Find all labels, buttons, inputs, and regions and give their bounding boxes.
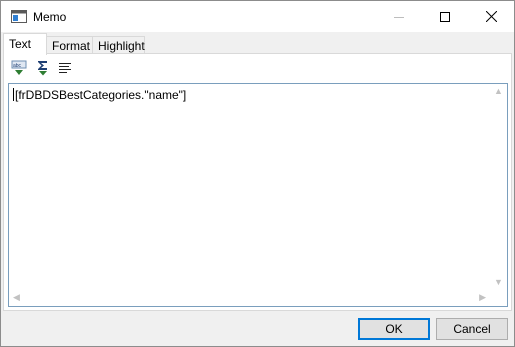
word-wrap-button[interactable] bbox=[56, 59, 74, 77]
vertical-scrollbar[interactable]: ▲ ▼ bbox=[490, 84, 507, 290]
editor-toolbar: abc bbox=[4, 56, 204, 80]
word-wrap-icon bbox=[59, 63, 71, 73]
scroll-left-icon[interactable]: ◀ bbox=[13, 293, 20, 302]
close-icon bbox=[485, 11, 497, 22]
maximize-button[interactable] bbox=[422, 1, 468, 32]
sum-icon bbox=[38, 61, 47, 76]
tab-format[interactable]: Format bbox=[46, 36, 93, 54]
scroll-down-icon[interactable]: ▼ bbox=[494, 278, 503, 287]
minimize-icon bbox=[394, 16, 404, 18]
ok-button[interactable]: OK bbox=[358, 318, 430, 340]
close-button[interactable] bbox=[468, 1, 514, 32]
memo-content: [frDBDSBestCategories."name"] bbox=[15, 88, 187, 102]
maximize-icon bbox=[440, 11, 450, 22]
spell-check-icon: abc bbox=[11, 60, 27, 75]
title-bar[interactable]: Memo bbox=[1, 1, 514, 32]
minimize-button[interactable] bbox=[376, 1, 422, 32]
text-caret bbox=[13, 88, 14, 101]
spell-check-button[interactable]: abc bbox=[10, 59, 28, 77]
memo-dialog: Memo Text Format Highlight abc [frDBDSBe… bbox=[0, 0, 515, 347]
tab-strip: Text Format Highlight bbox=[1, 32, 514, 55]
aggregate-function-button[interactable] bbox=[34, 59, 52, 77]
scroll-right-icon[interactable]: ▶ bbox=[479, 293, 486, 302]
horizontal-scrollbar[interactable]: ◀ ▶ bbox=[9, 289, 490, 306]
memo-editor[interactable]: [frDBDSBestCategories."name"] ▲ ▼ ◀ ▶ bbox=[8, 83, 508, 307]
text-tab-panel: abc [frDBDSBestCategories."name"] ▲ ▼ ◀ … bbox=[3, 53, 512, 311]
svg-text:abc: abc bbox=[13, 63, 22, 69]
cancel-button[interactable]: Cancel bbox=[436, 318, 508, 340]
scrollbar-corner bbox=[490, 289, 507, 306]
window-icon bbox=[11, 10, 27, 23]
scroll-up-icon[interactable]: ▲ bbox=[494, 87, 503, 96]
tab-text[interactable]: Text bbox=[3, 33, 47, 55]
memo-text[interactable]: [frDBDSBestCategories."name"] bbox=[13, 88, 186, 102]
window-title: Memo bbox=[33, 10, 67, 24]
tab-highlight[interactable]: Highlight bbox=[92, 36, 145, 54]
